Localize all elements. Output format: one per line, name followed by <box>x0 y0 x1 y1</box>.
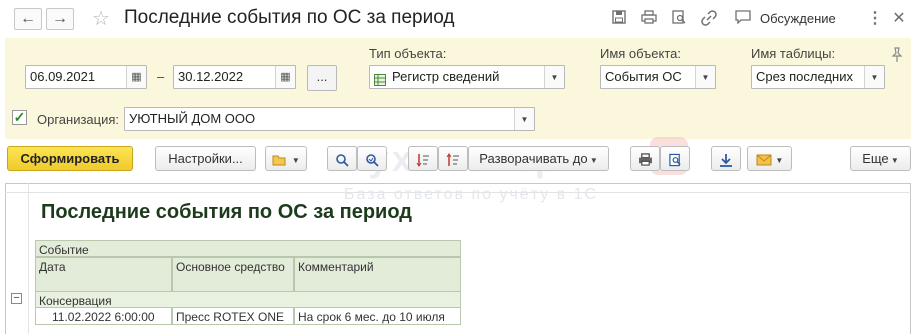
column-header-date: Дата <box>35 257 172 292</box>
collapse-group-icon[interactable]: − <box>11 293 22 304</box>
organization-select[interactable]: УЮТНЫЙ ДОМ ООО ▼ <box>124 107 535 131</box>
email-button[interactable]: ▼ <box>747 146 792 171</box>
discuss-button[interactable]: Обсуждение <box>760 11 836 26</box>
object-type-label: Тип объекта: <box>369 46 447 61</box>
search-icon <box>335 151 349 167</box>
period-select-button[interactable]: ... <box>307 65 337 91</box>
chat-icon[interactable] <box>734 10 752 28</box>
report-ruler <box>5 192 911 193</box>
download-button[interactable] <box>711 146 741 171</box>
pin-icon[interactable] <box>890 47 904 66</box>
chevron-down-icon[interactable]: ▼ <box>695 66 715 88</box>
preview-icon <box>668 151 682 166</box>
column-header-comment: Комментарий <box>294 257 461 292</box>
calendar-icon[interactable]: ▦ <box>275 66 295 88</box>
chevron-down-icon: ▼ <box>291 156 300 165</box>
preview-icon[interactable] <box>670 10 688 28</box>
print-button[interactable] <box>630 146 660 171</box>
settings-button[interactable]: Настройки... <box>155 146 256 171</box>
save-icon[interactable] <box>610 10 628 28</box>
table-cell-date[interactable]: 11.02.2022 6:00:00 <box>35 307 172 325</box>
report-gutter <box>28 183 29 334</box>
object-name-label: Имя объекта: <box>600 46 682 61</box>
forward-button[interactable]: → <box>46 8 74 30</box>
favorite-star-icon[interactable]: ☆ <box>92 6 110 31</box>
object-type-select[interactable]: Регистр сведений ▼ <box>369 65 565 89</box>
sort-asc-button[interactable] <box>408 146 438 171</box>
organization-checkbox[interactable]: ✓ <box>12 110 27 125</box>
back-button[interactable]: ← <box>14 8 42 30</box>
chevron-down-icon: ▼ <box>775 156 784 165</box>
chevron-down-icon: ▼ <box>587 156 598 165</box>
report-title: Последние события по ОС за период <box>41 201 412 223</box>
find-next-button[interactable] <box>357 146 387 171</box>
arrow-left-icon: ← <box>20 10 36 27</box>
print-icon[interactable] <box>640 10 658 28</box>
more-vert-icon[interactable]: ⋮ <box>866 10 884 28</box>
arrow-right-icon: → <box>52 10 68 27</box>
window-title: Последние события по ОС за период <box>124 7 455 28</box>
chevron-down-icon[interactable]: ▼ <box>544 66 564 88</box>
close-icon[interactable]: ✕ <box>890 10 908 28</box>
calendar-icon[interactable]: ▦ <box>126 66 146 88</box>
object-name-select[interactable]: События ОС ▼ <box>600 65 716 89</box>
table-name-select[interactable]: Срез последних ▼ <box>751 65 885 89</box>
variants-button[interactable]: ▼ <box>265 146 307 171</box>
column-header-asset: Основное средство <box>172 257 294 292</box>
search-next-icon <box>365 151 379 167</box>
table-name-label: Имя таблицы: <box>751 46 836 61</box>
folder-icon <box>272 151 292 166</box>
table-header-event: Событие <box>35 240 461 257</box>
more-button[interactable]: Еще ▼ <box>850 146 911 171</box>
date-to-field[interactable]: 30.12.2022 ▦ <box>173 65 296 89</box>
table-cell-asset[interactable]: Пресс ROTEX ONE <box>172 307 294 325</box>
chevron-down-icon: ▼ <box>888 156 899 165</box>
date-from-field[interactable]: 06.09.2021 ▦ <box>25 65 147 89</box>
group-row[interactable]: Консервация <box>35 291 461 308</box>
date-dash: – <box>157 69 165 84</box>
print-preview-button[interactable] <box>660 146 690 171</box>
envelope-icon <box>756 151 776 166</box>
sort-desc-button[interactable] <box>438 146 468 171</box>
register-icon <box>374 71 386 88</box>
chevron-down-icon[interactable]: ▼ <box>514 108 534 130</box>
sort-down-icon <box>416 151 430 167</box>
link-icon[interactable] <box>700 10 718 28</box>
generate-button[interactable]: Сформировать <box>7 146 133 171</box>
sort-up-icon <box>446 151 460 166</box>
table-cell-comment[interactable]: На срок 6 мес. до 10 июля <box>294 307 461 325</box>
print-icon <box>638 151 653 166</box>
find-button[interactable] <box>327 146 357 171</box>
expand-to-button[interactable]: Разворачивать до ▼ <box>468 146 609 171</box>
download-icon <box>719 151 733 167</box>
organization-label: Организация: <box>37 112 120 127</box>
chevron-down-icon[interactable]: ▼ <box>864 66 884 88</box>
